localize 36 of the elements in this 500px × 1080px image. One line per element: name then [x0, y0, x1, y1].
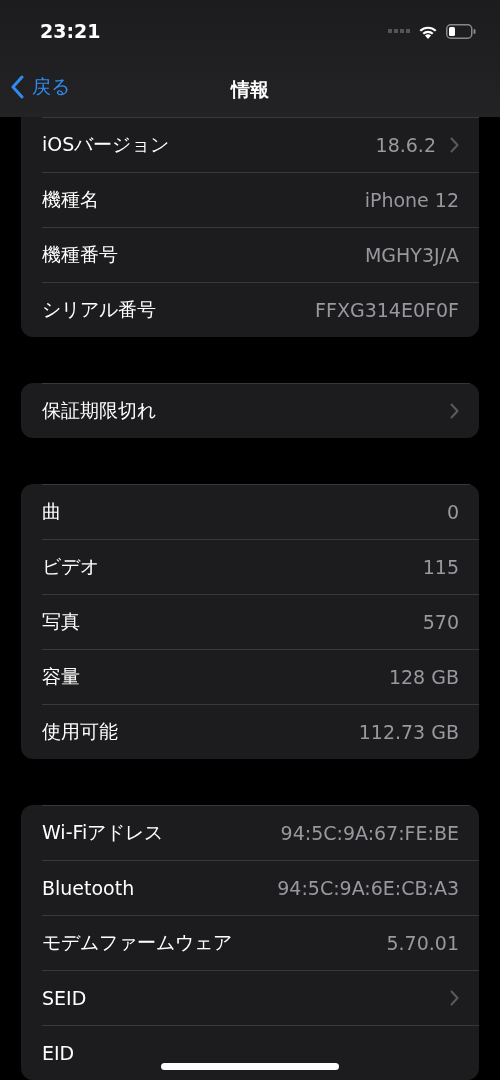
row-label: 写真 — [42, 609, 81, 634]
row-label: SEID — [42, 987, 88, 1009]
row-label: 容量 — [42, 664, 81, 689]
row-label: 機種番号 — [42, 242, 119, 267]
row-label: 機種名 — [42, 187, 100, 212]
row-value: MGHY3J/A — [364, 244, 459, 266]
battery-icon — [446, 23, 476, 39]
row-value: FFXG314E0F0F — [315, 299, 459, 321]
row-value: iPhone 12 — [364, 189, 459, 211]
signal-icon — [388, 29, 410, 33]
row-label: 使用可能 — [42, 719, 119, 744]
row-label: 曲 — [42, 499, 62, 524]
row-value: 115 — [422, 556, 459, 578]
row-label: ビデオ — [42, 554, 100, 579]
row-value: 570 — [422, 611, 459, 633]
row-label: Bluetooth — [42, 877, 136, 899]
row-value: 128 GB — [388, 666, 459, 688]
home-indicator[interactable] — [161, 1063, 339, 1070]
row-label: シリアル番号 — [42, 297, 157, 322]
page-title: 情報 — [231, 76, 269, 102]
row-label: 保証期限切れ — [42, 398, 157, 423]
chevron-left-icon — [10, 75, 24, 99]
row-label: iOSバージョン — [42, 132, 171, 157]
row-label: Wi-Fiアドレス — [42, 820, 165, 845]
row-value: 5.70.01 — [386, 932, 459, 954]
row-value: 112.73 GB — [358, 721, 459, 743]
row-label: EID — [42, 1042, 76, 1064]
row-value: 18.6.2 — [375, 134, 436, 156]
row-label: モデムファームウェア — [42, 930, 233, 955]
list-row[interactable]: iOSバージョン 18.6.2 — [42, 117, 479, 172]
row-value: 94:5C:9A:6E:CB:A3 — [277, 877, 459, 899]
status-time: 23:21 — [40, 20, 101, 42]
list-row[interactable]: SEID — [42, 970, 479, 1025]
row-value: 0 — [446, 501, 459, 523]
row-value: 94:5C:9A:67:FE:BE — [280, 822, 459, 844]
back-button[interactable]: 戻る — [10, 74, 70, 100]
